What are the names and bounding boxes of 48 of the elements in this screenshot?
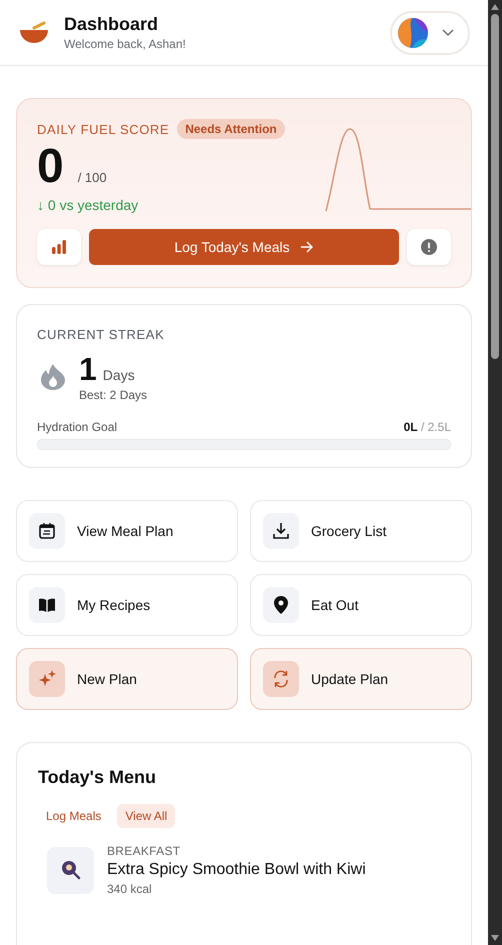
streak-unit: Days	[102, 367, 135, 383]
score-max: / 100	[78, 170, 107, 185]
log-meals-button[interactable]: Log Today's Meals	[89, 229, 399, 265]
scrollbar[interactable]	[488, 0, 502, 945]
streak-count: 1	[79, 352, 97, 386]
hydration-current: 0L	[404, 420, 418, 434]
chevron-down-icon	[442, 28, 454, 36]
avatar-icon	[398, 18, 428, 48]
arrow-right-icon	[300, 241, 314, 253]
action-tile[interactable]: New Plan	[16, 648, 238, 710]
meal-name: Extra Spicy Smoothie Bowl with Kiwi	[107, 861, 366, 879]
refresh-icon	[272, 670, 290, 688]
stats-button[interactable]	[37, 229, 81, 265]
score-label: DAILY FUEL SCORE	[37, 122, 170, 136]
flame-icon	[41, 364, 65, 390]
download-icon	[272, 522, 290, 540]
calendar-icon	[38, 522, 56, 540]
action-tile[interactable]: Eat Out	[250, 574, 472, 636]
bowl-icon	[19, 20, 49, 44]
scroll-up-icon[interactable]	[491, 4, 499, 10]
profile-menu-button[interactable]	[390, 10, 470, 54]
scroll-down-icon[interactable]	[491, 935, 499, 941]
frying-pan-icon	[60, 860, 80, 880]
action-tile[interactable]: Update Plan	[250, 648, 472, 710]
welcome-text: Welcome back, Ashan!	[64, 37, 187, 51]
hydration-label: Hydration Goal	[37, 420, 118, 434]
bar-chart-icon	[51, 239, 67, 255]
info-button[interactable]	[407, 229, 451, 265]
menu-tab[interactable]: Log Meals	[38, 804, 110, 828]
action-tile[interactable]: View Meal Plan	[16, 500, 238, 562]
streak-label: CURRENT STREAK	[37, 327, 166, 342]
hydration-goal: / 2.5L	[420, 420, 451, 434]
sparkles-icon	[38, 670, 56, 688]
action-tile[interactable]: My Recipes	[16, 574, 238, 636]
status-badge: Needs Attention	[177, 119, 285, 139]
meal-calories: 340 kcal	[107, 882, 153, 896]
best-streak: Best: 2 Days	[79, 388, 148, 402]
score-change: ↓ 0 vs yesterday	[37, 197, 140, 213]
location-pin-icon	[274, 596, 288, 614]
menu-title: Today's Menu	[38, 767, 157, 788]
menu-tab[interactable]: View All	[117, 804, 176, 828]
page-title: Dashboard	[64, 14, 160, 35]
meal-type: BREAKFAST	[107, 844, 182, 858]
book-icon	[38, 597, 56, 613]
score-value: 0	[37, 141, 64, 193]
scroll-thumb[interactable]	[491, 14, 499, 359]
action-tile[interactable]: Grocery List	[250, 500, 472, 562]
alert-icon	[421, 239, 437, 255]
